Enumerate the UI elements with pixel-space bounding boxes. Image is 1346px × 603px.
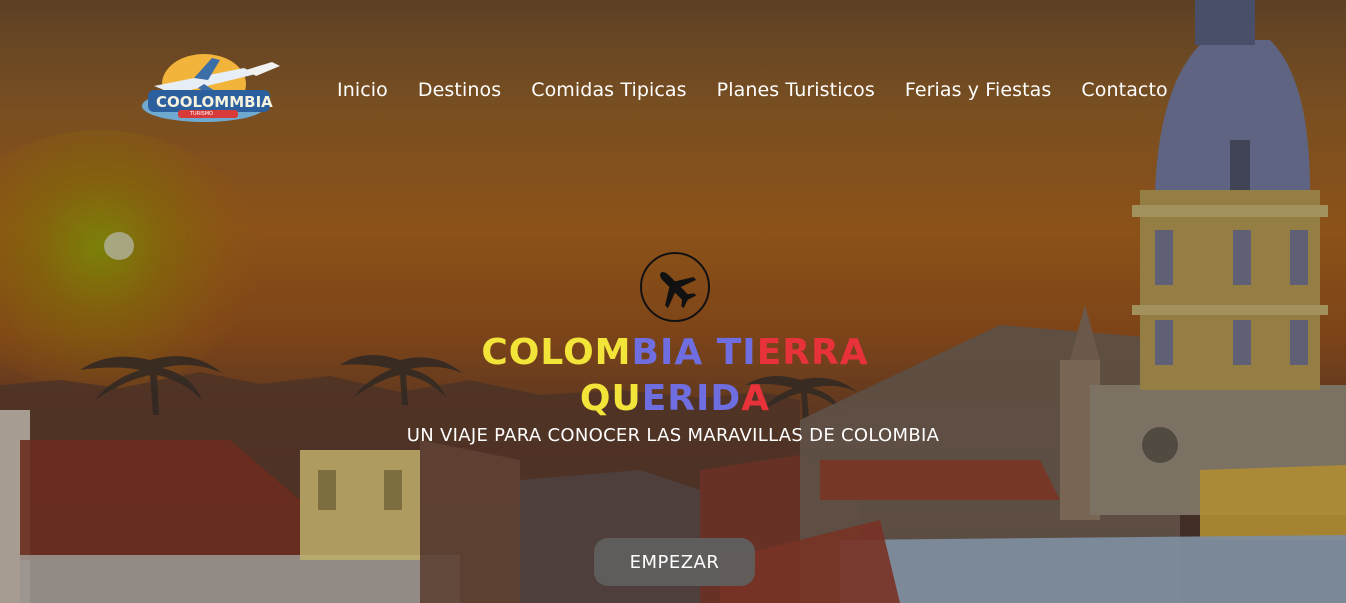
title-segment-yellow: QU bbox=[579, 378, 642, 419]
title-segment-red: ERRA bbox=[756, 332, 869, 373]
title-segment-blue: BIA TI bbox=[631, 332, 757, 373]
hero-subtitle: UN VIAJE PARA CONOCER LAS MARAVILLAS DE … bbox=[406, 425, 940, 446]
nav-link-inicio[interactable]: Inicio bbox=[322, 76, 403, 104]
title-segment-red: A bbox=[741, 378, 771, 419]
nav-link-comidas-tipicas[interactable]: Comidas Tipicas bbox=[516, 76, 701, 104]
logo-text: COOLOMMBIA bbox=[156, 93, 273, 111]
nav-link-planes-turisticos[interactable]: Planes Turisticos bbox=[702, 76, 890, 104]
main-nav: Inicio Destinos Comidas Tipicas Planes T… bbox=[322, 76, 1183, 104]
title-segment-blue: ERID bbox=[641, 378, 742, 419]
hero-title: COLOMBIA TIERRA QUERIDA bbox=[400, 330, 950, 422]
nav-link-ferias-y-fiestas[interactable]: Ferias y Fiestas bbox=[890, 76, 1067, 104]
logo-tagline: TURISMO bbox=[190, 111, 214, 117]
nav-link-destinos[interactable]: Destinos bbox=[403, 76, 516, 104]
site-logo[interactable]: COOLOMMBIA TURISMO bbox=[134, 48, 284, 128]
airplane-icon-circle bbox=[640, 252, 710, 322]
airplane-icon bbox=[660, 272, 697, 309]
title-segment-yellow: COLOM bbox=[481, 332, 632, 373]
empezar-button[interactable]: EMPEZAR bbox=[594, 538, 755, 586]
hero-title-line-2: QUERIDA bbox=[400, 376, 950, 422]
hero-title-line-1: COLOMBIA TIERRA bbox=[400, 330, 950, 376]
nav-link-contacto[interactable]: Contacto bbox=[1066, 76, 1182, 104]
